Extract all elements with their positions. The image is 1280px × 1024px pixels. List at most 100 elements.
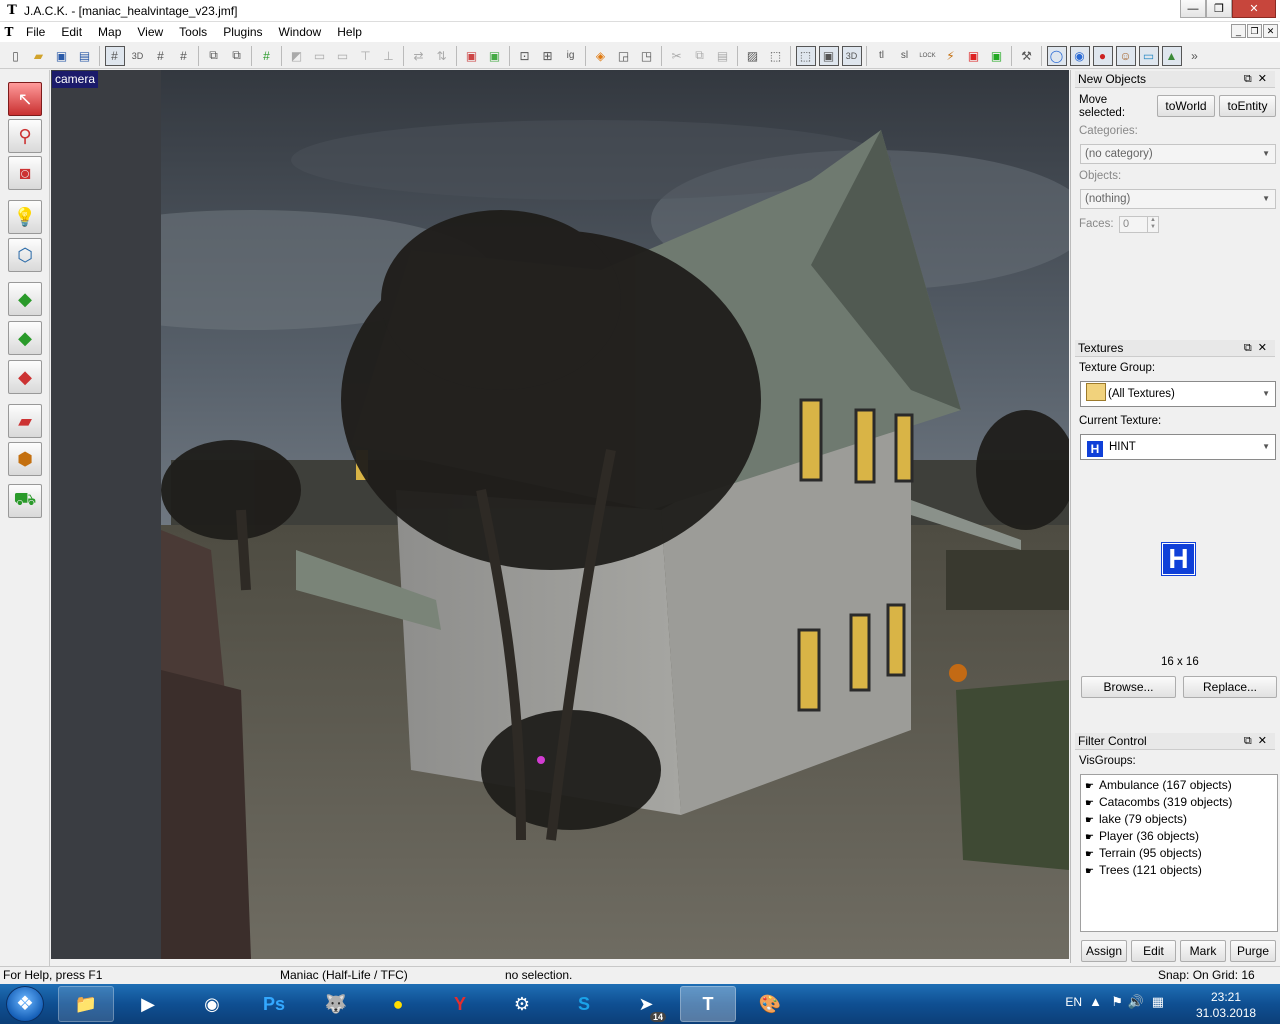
lock-icon[interactable]: LOCK [918,46,938,66]
bounds-icon[interactable]: ⬚ [766,46,786,66]
gimp-icon[interactable]: 🐺 [308,986,364,1022]
paste-icon[interactable]: ▤ [713,46,733,66]
view-3d-icon[interactable]: 3D [841,45,862,66]
align-left-icon[interactable]: ▭ [310,46,330,66]
visibility-pointer-icon[interactable]: ☛ [1085,812,1099,829]
yandex-browser-icon[interactable]: Y [432,986,488,1022]
minimize-button[interactable]: — [1180,0,1206,18]
clock[interactable]: 23:21 31.03.2018 [1196,989,1256,1021]
start-button[interactable] [6,986,44,1022]
copy-icon[interactable]: ⧉ [690,46,710,66]
to-entity-button[interactable]: toEntity [1219,95,1276,117]
explorer-icon[interactable]: 📁 [58,986,114,1022]
hide-unselected-icon[interactable]: ⊞ [538,46,558,66]
run-map-icon[interactable]: ▣ [964,46,984,66]
menu-plugins[interactable]: Plugins [215,25,270,39]
toolbar-overflow-icon[interactable]: » [1185,46,1205,66]
float-panel-icon[interactable]: ⧉ [1244,735,1258,747]
compile-icon[interactable]: ▣ [987,46,1007,66]
float-panel-icon[interactable]: ⧉ [1244,73,1258,85]
menu-tools[interactable]: Tools [171,25,215,39]
menu-map[interactable]: Map [90,25,129,39]
camera-tool-icon[interactable]: ◙ [8,156,42,190]
selection-tool-icon[interactable]: ↖ [8,82,42,116]
photoshop-icon[interactable]: Ps [246,986,302,1022]
close-panel-icon[interactable]: ✕ [1258,73,1273,85]
list-item[interactable]: ☛ Ambulance (167 objects) [1085,777,1277,794]
network-icon[interactable]: ▦ [1152,994,1164,1010]
path-tool-icon[interactable]: ⛟ [8,484,42,518]
browse-button[interactable]: Browse... [1081,676,1176,698]
menu-window[interactable]: Window [271,25,330,39]
purge-button[interactable]: Purge [1230,940,1276,962]
cordon-icon[interactable]: ◲ [614,46,634,66]
grid-3d-icon[interactable]: 3D [128,46,148,66]
entity-tool-icon[interactable]: ⚡ [941,46,961,66]
chrome-icon[interactable]: ◉ [184,986,240,1022]
kakaotalk-icon[interactable]: ● [370,986,426,1022]
edit-button[interactable]: Edit [1131,940,1176,962]
load-window-icon[interactable]: ⧉ [204,46,224,66]
save-icon[interactable]: ▣ [52,46,72,66]
grid-larger-icon[interactable]: # [174,46,194,66]
tie-to-entity-icon[interactable]: ◳ [637,46,657,66]
decal-tool-icon[interactable]: ◆ [8,360,42,394]
menu-view[interactable]: View [129,25,171,39]
faces-stepper[interactable]: 0 ▲ ▼ [1119,216,1159,233]
hatch-icon[interactable]: ▨ [743,46,763,66]
texture-lock-icon[interactable]: ◈ [591,46,611,66]
ungroup-icon[interactable]: ▣ [485,46,505,66]
entity-tool-icon[interactable]: 💡 [8,200,42,234]
replace-button[interactable]: Replace... [1183,676,1277,698]
visibility-pointer-icon[interactable]: ☛ [1085,863,1099,880]
mdi-minimize-button[interactable]: _ [1231,24,1246,38]
camera-viewport[interactable]: camera [51,70,1069,959]
close-button[interactable]: ✕ [1232,0,1276,18]
maximize-button[interactable]: ❐ [1206,0,1232,18]
list-item[interactable]: ☛ lake (79 objects) [1085,811,1277,828]
grid-highlight-icon[interactable]: # [257,46,277,66]
cut-icon[interactable]: ✂ [667,46,687,66]
save-window-icon[interactable]: ⧉ [227,46,247,66]
texture-group-select[interactable]: (All Textures) ▼ [1080,381,1276,407]
visibility-pointer-icon[interactable]: ☛ [1085,829,1099,846]
apply-texture-tool-icon[interactable]: ◆ [8,321,42,355]
volume-icon[interactable]: 🔊 [1128,994,1144,1010]
terrain-icon[interactable]: ▲ [1161,45,1182,66]
list-item[interactable]: ☛ Trees (121 objects) [1085,862,1277,879]
grid-smaller-icon[interactable]: # [151,46,171,66]
model-icon[interactable]: ☺ [1115,45,1136,66]
visgroups-list[interactable]: ☛ Ambulance (167 objects) ☛ Catacombs (319… [1080,774,1278,932]
align-bottom-icon[interactable]: ⊥ [379,46,399,66]
sky-icon[interactable]: ▭ [1138,45,1159,66]
close-panel-icon[interactable]: ✕ [1258,735,1273,747]
texture-lighting-icon[interactable]: tl [872,46,892,66]
media-player-icon[interactable]: ▶ [120,986,176,1022]
objects-select[interactable]: (nothing) ▼ [1080,189,1276,209]
visibility-pointer-icon[interactable]: ☛ [1085,795,1099,812]
document-menu-icon[interactable]: T [0,25,18,39]
carve-icon[interactable]: ◩ [287,46,307,66]
skype-icon[interactable]: S [556,986,612,1022]
steam-icon[interactable]: ⚙ [494,986,550,1022]
particle-icon[interactable]: ● [1092,45,1113,66]
list-item[interactable]: ☛ Terrain (95 objects) [1085,845,1277,862]
align-right-icon[interactable]: ▭ [333,46,353,66]
visibility-pointer-icon[interactable]: ☛ [1085,778,1099,795]
telegram-icon[interactable]: ➤ 14 [618,986,674,1022]
close-panel-icon[interactable]: ✕ [1258,342,1273,354]
list-item[interactable]: ☛ Player (36 objects) [1085,828,1277,845]
camera-target-icon[interactable]: ◉ [1069,45,1090,66]
new-file-icon[interactable]: ▯ [6,46,26,66]
group-icon[interactable]: ▣ [462,46,482,66]
mdi-restore-button[interactable]: ❐ [1247,24,1262,38]
current-texture-select[interactable]: H HINT ▼ [1080,434,1276,460]
block-tool-icon[interactable]: ⬡ [8,238,42,272]
paint-icon[interactable]: 🎨 [742,986,798,1022]
menu-edit[interactable]: Edit [53,25,90,39]
flip-horizontal-icon[interactable]: ⇄ [409,46,429,66]
grid-toggle-icon[interactable]: # [104,45,125,66]
vertex-tool-icon[interactable]: ⬢ [8,442,42,476]
open-file-icon[interactable]: ▰ [29,46,49,66]
menu-help[interactable]: Help [329,25,370,39]
